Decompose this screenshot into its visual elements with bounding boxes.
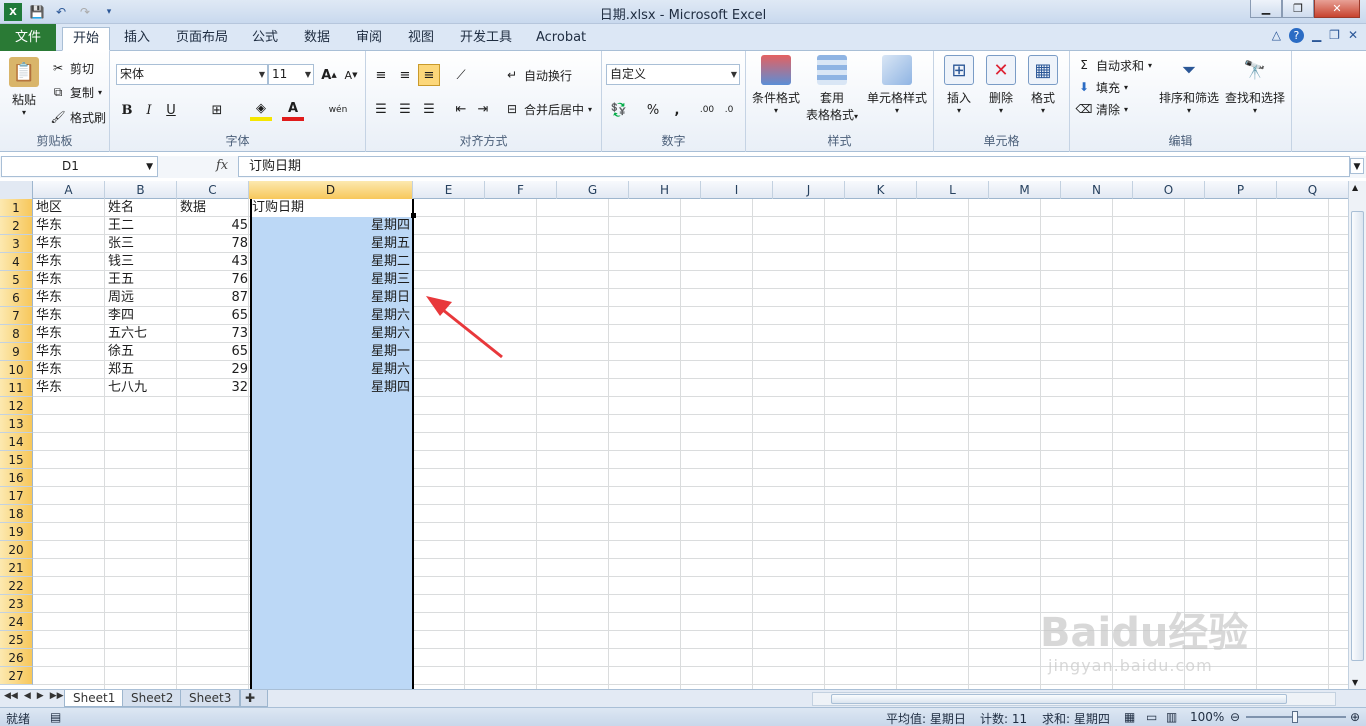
zoom-out-icon[interactable]: ⊖ xyxy=(1230,710,1240,724)
macro-record-icon[interactable]: ▤ xyxy=(50,710,61,724)
page-break-view-icon[interactable]: ▥ xyxy=(1166,710,1177,724)
status-sum: 求和: 星期四 xyxy=(1042,712,1110,726)
sheet-navigation: ◀◀ ◀ ▶ ▶▶ xyxy=(4,691,64,701)
horizontal-scrollbar[interactable] xyxy=(812,692,1336,706)
horizontal-scroll-thumb[interactable] xyxy=(831,694,1287,704)
zoom-slider-knob[interactable] xyxy=(1292,711,1298,723)
sheet-tab-sheet2[interactable]: Sheet2 xyxy=(122,690,183,707)
insert-sheet-icon[interactable]: ✚ xyxy=(240,690,268,707)
last-sheet-icon[interactable]: ▶▶ xyxy=(50,691,64,701)
scroll-up-icon[interactable]: ▲ xyxy=(1352,183,1358,192)
prev-sheet-icon[interactable]: ◀ xyxy=(24,691,31,701)
sheet-tab-sheet3[interactable]: Sheet3 xyxy=(180,690,241,707)
sheet-tab-bar: ◀◀ ◀ ▶ ▶▶ Sheet1 Sheet2 Sheet3 ✚ xyxy=(0,689,1366,707)
sheet-tab-sheet1[interactable]: Sheet1 xyxy=(64,690,125,707)
zoom-slider[interactable] xyxy=(1246,711,1346,723)
status-average: 平均值: 星期日 xyxy=(886,712,966,726)
vertical-scroll-thumb[interactable] xyxy=(1351,211,1364,661)
status-count: 计数: 11 xyxy=(980,712,1028,726)
scroll-down-icon[interactable]: ▼ xyxy=(1352,678,1358,687)
zoom-in-icon[interactable]: ⊕ xyxy=(1350,710,1360,724)
first-sheet-icon[interactable]: ◀◀ xyxy=(4,691,18,701)
vertical-scrollbar[interactable]: ▲ ▼ xyxy=(1348,181,1366,689)
baidu-watermark: Baidu经验 jingyan.baidu.com xyxy=(1040,610,1249,675)
status-bar: 就绪 ▤ 平均值: 星期日 计数: 11 求和: 星期四 ▦ ▭ ▥ 100% … xyxy=(0,707,1366,726)
zoom-level[interactable]: 100% xyxy=(1190,710,1224,724)
arrow-shaft xyxy=(437,304,503,359)
normal-view-icon[interactable]: ▦ xyxy=(1124,710,1135,724)
status-mode: 就绪 xyxy=(6,712,31,726)
next-sheet-icon[interactable]: ▶ xyxy=(37,691,44,701)
page-layout-view-icon[interactable]: ▭ xyxy=(1146,710,1157,724)
